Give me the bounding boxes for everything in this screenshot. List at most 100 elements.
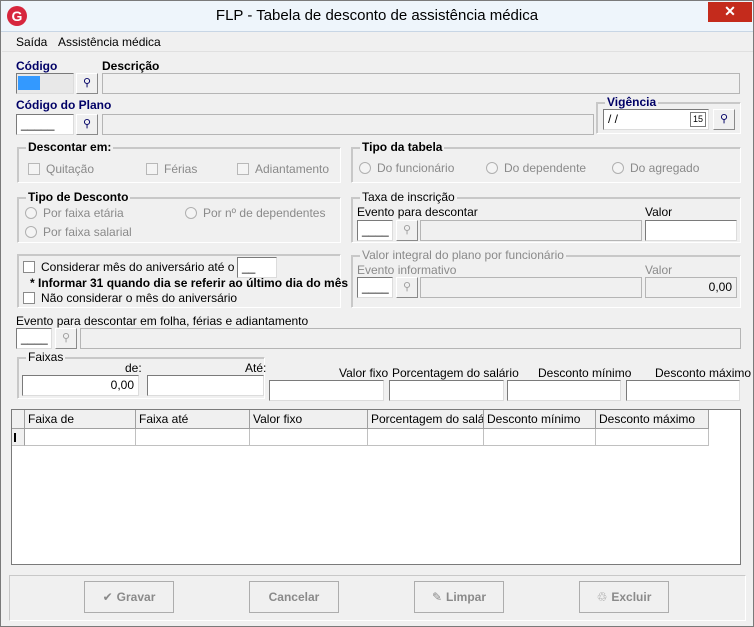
faixa-etaria-label: Por faixa etária bbox=[43, 206, 124, 220]
binoculars-icon: ⚲ bbox=[82, 77, 92, 89]
table-cell[interactable] bbox=[250, 429, 368, 446]
faixa-salarial-label: Por faixa salarial bbox=[43, 225, 132, 239]
vigencia-label: Vigência bbox=[605, 95, 659, 109]
desconto-minimo-input[interactable] bbox=[507, 380, 621, 401]
excluir-button[interactable]: ♲ Excluir bbox=[579, 581, 669, 613]
vigencia-date-input[interactable]: / / 15 bbox=[603, 109, 709, 130]
aniversario-note: * Informar 31 quando dia se referir ao ú… bbox=[30, 276, 349, 290]
descricao-label: Descrição bbox=[102, 59, 160, 73]
faixa-etaria-radio[interactable] bbox=[25, 207, 37, 219]
calendar-icon[interactable]: 15 bbox=[690, 112, 706, 127]
valor-integral-search-button[interactable]: ⚲ bbox=[396, 277, 418, 298]
do-funcionario-radio[interactable] bbox=[359, 162, 371, 174]
col-header-porcentagem[interactable]: Porcentagem do salário bbox=[368, 410, 484, 429]
num-dependentes-radio[interactable] bbox=[185, 207, 197, 219]
col-header-faixa-ate[interactable]: Faixa até bbox=[136, 410, 250, 429]
desconto-maximo-input[interactable] bbox=[626, 380, 740, 401]
valor-fixo-label: Valor fixo bbox=[339, 366, 389, 380]
considerar-aniversario-checkbox[interactable] bbox=[23, 261, 35, 273]
table-cell[interactable] bbox=[484, 429, 596, 446]
taxa-evento-input[interactable]: ____ bbox=[357, 220, 393, 241]
broom-icon: ✎ bbox=[431, 590, 443, 604]
taxa-valor-label: Valor bbox=[645, 205, 673, 219]
valor-integral-valor-label: Valor bbox=[645, 263, 673, 277]
col-header-valor-fixo[interactable]: Valor fixo bbox=[250, 410, 368, 429]
cancelar-button[interactable]: Cancelar bbox=[249, 581, 339, 613]
limpar-label: Limpar bbox=[446, 590, 487, 604]
codigo-plano-input[interactable]: _____ bbox=[16, 114, 74, 135]
codigo-label: Código bbox=[16, 59, 58, 73]
table-cell[interactable] bbox=[136, 429, 250, 446]
do-dependente-radio[interactable] bbox=[486, 162, 498, 174]
main-window: G FLP - Tabela de desconto de assistênci… bbox=[0, 0, 754, 627]
table-cell[interactable] bbox=[368, 429, 484, 446]
quitacao-checkbox[interactable] bbox=[28, 163, 40, 175]
do-agregado-radio[interactable] bbox=[612, 162, 624, 174]
taxa-inscricao-title: Taxa de inscrição bbox=[360, 190, 457, 204]
faixa-de-label: de: bbox=[125, 361, 142, 375]
col-header-faixa-de[interactable]: Faixa de bbox=[25, 410, 136, 429]
codigo-input[interactable] bbox=[16, 73, 74, 94]
faixas-table[interactable]: Faixa de Faixa até Valor fixo Porcentage… bbox=[11, 409, 741, 565]
taxa-valor-input[interactable] bbox=[645, 220, 737, 241]
binoculars-icon: ⚲ bbox=[719, 113, 729, 125]
limpar-button[interactable]: ✎ Limpar bbox=[414, 581, 504, 613]
do-dependente-label: Do dependente bbox=[504, 161, 587, 175]
faixa-de-input[interactable]: 0,00 bbox=[22, 375, 139, 396]
valor-integral-evento-descricao[interactable] bbox=[420, 277, 642, 298]
table-cell[interactable] bbox=[25, 429, 136, 446]
num-dependentes-label: Por nº de dependentes bbox=[203, 206, 326, 220]
quitacao-label: Quitação bbox=[46, 162, 95, 176]
nao-considerar-aniversario-label: Não considerar o mês do aniversário bbox=[41, 291, 238, 305]
porcentagem-input[interactable] bbox=[389, 380, 504, 401]
table-cell[interactable] bbox=[596, 429, 709, 446]
codigo-search-button[interactable]: ⚲ bbox=[76, 73, 98, 94]
considerar-aniversario-label: Considerar mês do aniversário até o dia bbox=[41, 260, 254, 274]
nao-considerar-aniversario-checkbox[interactable] bbox=[23, 292, 35, 304]
evento-folha-search-button[interactable]: ⚲ bbox=[55, 328, 77, 349]
adiantamento-label: Adiantamento bbox=[255, 162, 330, 176]
taxa-evento-descricao[interactable] bbox=[420, 220, 642, 241]
col-header-desconto-maximo[interactable]: Desconto máximo bbox=[596, 410, 709, 429]
codigo-plano-label: Código do Plano bbox=[16, 98, 112, 112]
close-button[interactable]: ✕ bbox=[708, 2, 752, 22]
binoculars-icon: ⚲ bbox=[82, 118, 92, 130]
menu-assistencia-medica[interactable]: Assistência médica bbox=[58, 35, 161, 49]
tipo-desconto-title: Tipo de Desconto bbox=[26, 190, 131, 204]
taxa-evento-label: Evento para descontar bbox=[357, 205, 478, 219]
desconto-minimo-label: Desconto mínimo bbox=[538, 366, 632, 380]
row-cursor-icon bbox=[14, 433, 16, 442]
evento-folha-input[interactable]: ____ bbox=[16, 328, 52, 349]
trash-icon: ♲ bbox=[596, 590, 608, 604]
vigencia-search-button[interactable]: ⚲ bbox=[713, 109, 735, 130]
col-header-desconto-minimo[interactable]: Desconto mínimo bbox=[484, 410, 596, 429]
menu-saida[interactable]: Saída bbox=[16, 35, 47, 49]
faixa-ate-label: Até: bbox=[245, 361, 267, 375]
taxa-evento-search-button[interactable]: ⚲ bbox=[396, 220, 418, 241]
aniversario-dia-input[interactable]: __ bbox=[237, 257, 277, 278]
valor-fixo-input[interactable] bbox=[269, 380, 384, 401]
valor-integral-valor-input[interactable]: 0,00 bbox=[645, 277, 737, 298]
title-bar: G FLP - Tabela de desconto de assistênci… bbox=[1, 1, 753, 32]
gravar-label: Gravar bbox=[116, 590, 156, 604]
faixa-salarial-radio[interactable] bbox=[25, 226, 37, 238]
valor-integral-evento-input[interactable]: ____ bbox=[357, 277, 393, 298]
vigencia-date-value: / / bbox=[608, 112, 619, 126]
row-indicator-header bbox=[12, 410, 25, 429]
adiantamento-checkbox[interactable] bbox=[237, 163, 249, 175]
valor-integral-title: Valor integral do plano por funcionário bbox=[360, 248, 566, 262]
check-icon: ✔ bbox=[102, 590, 113, 604]
evento-folha-descricao[interactable] bbox=[80, 328, 741, 349]
gravar-button[interactable]: ✔ Gravar bbox=[84, 581, 174, 613]
desconto-maximo-label: Desconto máximo bbox=[655, 366, 752, 380]
ferias-checkbox[interactable] bbox=[146, 163, 158, 175]
faixa-ate-input[interactable] bbox=[147, 375, 264, 396]
descontar-em-title: Descontar em: bbox=[26, 140, 114, 154]
codigo-plano-search-button[interactable]: ⚲ bbox=[76, 114, 98, 135]
do-agregado-label: Do agregado bbox=[630, 161, 700, 175]
menu-bar: Saída Assistência médica bbox=[2, 32, 753, 52]
plano-descricao-input[interactable] bbox=[102, 114, 594, 135]
row-indicator[interactable] bbox=[12, 429, 25, 446]
descricao-input[interactable] bbox=[102, 73, 740, 94]
do-funcionario-label: Do funcionário bbox=[377, 161, 455, 175]
